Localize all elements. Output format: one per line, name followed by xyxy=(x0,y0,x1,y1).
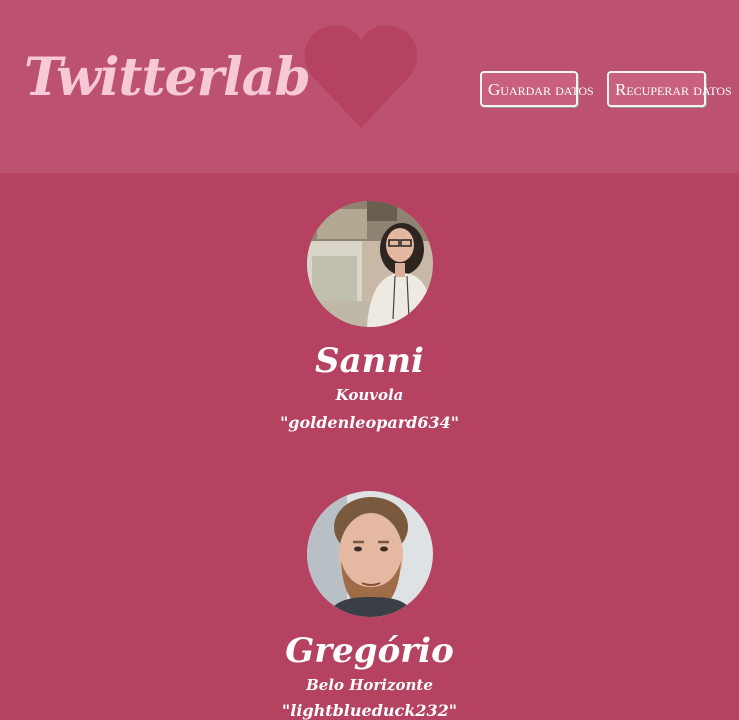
profile-card: Gregório Belo Horizonte "lightblueduck23… xyxy=(0,491,739,719)
profile-handle: "lightblueduck232" xyxy=(281,701,458,720)
save-data-button[interactable]: Guardar datos xyxy=(480,71,594,107)
profile-name: Sanni xyxy=(315,341,424,381)
bearded-man-portrait-photo-icon xyxy=(306,491,433,617)
avatar xyxy=(306,201,433,327)
profile-card: Sanni Kouvola "goldenleopard634" xyxy=(0,201,739,431)
app-logo-title: Twitterlab xyxy=(24,47,311,108)
avatar xyxy=(306,491,433,617)
heart-icon xyxy=(304,25,418,128)
profile-name: Gregório xyxy=(285,631,454,671)
profile-city: Kouvola xyxy=(335,386,404,404)
profile-handle: "goldenleopard634" xyxy=(279,413,460,432)
load-data-button[interactable]: Recuperar datos xyxy=(607,71,732,107)
site-header: Twitterlab Guardar datos Recuperar datos xyxy=(0,0,739,173)
profile-city: Belo Horizonte xyxy=(306,676,433,694)
woman-at-computer-photo-icon xyxy=(306,201,433,327)
